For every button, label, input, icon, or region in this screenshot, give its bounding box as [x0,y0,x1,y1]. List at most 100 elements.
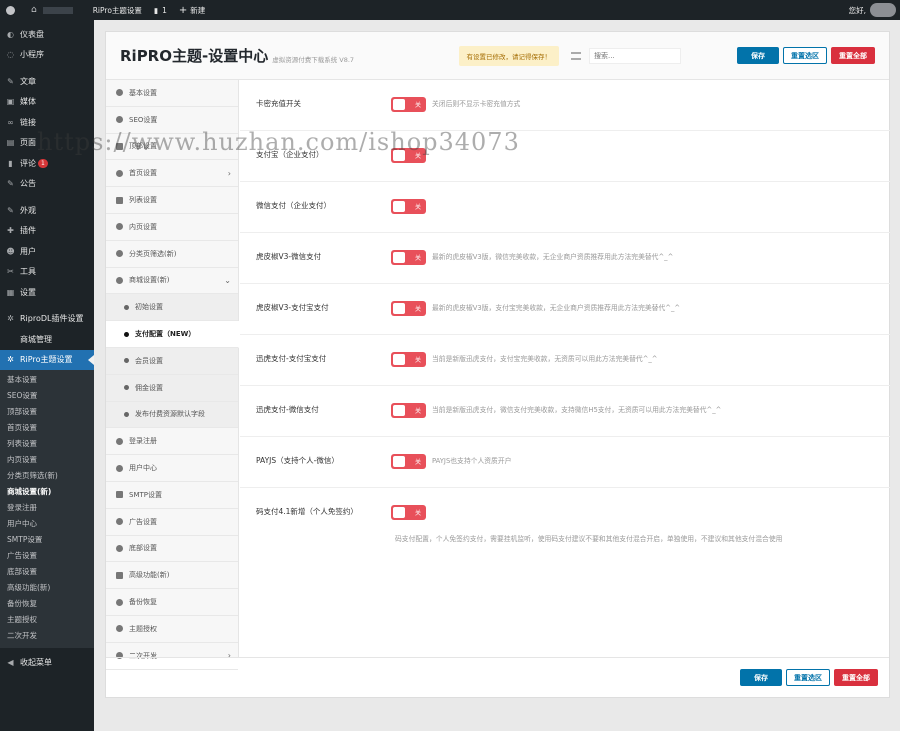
site-name-link[interactable]: RiPro主题设置 [87,0,148,20]
settings-nav-label: 用户中心 [129,464,157,473]
settings-nav-item[interactable]: 登录注册 [106,428,238,456]
menu-item[interactable]: ✎ 文章 [0,71,94,92]
menu-item[interactable]: ✎ 外观 [0,200,94,221]
menu-item[interactable]: ☻ 用户 [0,241,94,262]
settings-nav-label: 支付配置（NEW） [135,330,196,339]
menu-item[interactable]: ✲ RiPro主题设置 [0,349,94,370]
settings-nav-item[interactable]: 佣金设置 [106,374,238,402]
settings-nav-item[interactable]: 分类页筛选(新) [106,241,238,268]
settings-nav-item[interactable]: 备份恢复 [106,589,238,616]
home-icon[interactable]: ⌂ [25,0,87,20]
menu-item[interactable]: ▮ 评论 1 [0,153,94,174]
settings-nav-item[interactable]: 用户中心 [106,455,238,482]
menu-item[interactable]: ◌ 小程序 [0,45,94,66]
toggle-switch[interactable]: 关 [391,148,426,163]
menu-item[interactable]: ✲ RiproDL插件设置 [0,309,94,330]
settings-nav-item[interactable]: 内页设置 [106,214,238,241]
settings-nav-item[interactable]: 顶部设置 [106,134,238,161]
save-button[interactable]: 保存 [737,47,779,64]
settings-nav-item[interactable]: 商城设置(新) ⌄ [106,268,238,295]
setting-label: 码支付4.1新增（个人免签约） [256,507,358,516]
settings-nav-item[interactable]: 底部设置 [106,536,238,563]
settings-nav-item[interactable]: 发布付费资源默认字段 [106,401,238,429]
menu-item[interactable]: ▦ 设置 [0,282,94,303]
new-content-link[interactable]: + 新建 [173,0,211,20]
menu-item[interactable]: ✚ 插件 [0,221,94,242]
submenu-item[interactable]: 登录注册 [0,500,94,516]
toggle-switch[interactable]: 关 [391,250,426,265]
submenu-item[interactable]: 广告设置 [0,548,94,564]
submenu-item[interactable]: 底部设置 [0,564,94,580]
menu-item[interactable]: ✂ 工具 [0,262,94,283]
toggle-knob [393,201,405,212]
submenu-item[interactable]: SMTP设置 [0,532,94,548]
toggle-switch[interactable]: 关 [391,505,426,520]
toggle-switch[interactable]: 关 [391,199,426,214]
submenu-item[interactable]: 顶部设置 [0,404,94,420]
settings-nav-item[interactable]: 首页设置 › [106,160,238,188]
setting-row: 迅虎支付-微信支付 关 当前是新版迅虎支付，微信支付完美收款，支持微信H5支付，无资… [240,386,890,437]
footer-reset-section-button[interactable]: 重置选区 [786,669,830,686]
wordpress-logo-icon[interactable] [0,0,25,20]
avatar[interactable] [870,3,896,17]
submenu-item[interactable]: 基本设置 [0,372,94,388]
shield-icon [116,598,123,606]
settings-nav-item[interactable]: 广告设置 [106,509,238,536]
collapse-menu-button[interactable]: ◀ 收起菜单 [0,652,94,673]
brush-icon: ✎ [7,205,14,215]
settings-nav-item[interactable]: 初始设置 [106,294,238,322]
pin-icon: ✎ [7,76,14,86]
submenu-item[interactable]: 用户中心 [0,516,94,532]
circle-icon [116,544,123,552]
comment-icon: ▮ [8,158,13,168]
search-input[interactable] [589,47,681,64]
settings-nav-item[interactable]: 主题授权 [106,616,238,643]
comments-count: 1 [162,5,167,15]
plugin-icon: ✚ [7,226,14,236]
menu-item[interactable]: ▣ 媒体 [0,92,94,113]
submenu-item[interactable]: 高级功能(新) [0,580,94,596]
settings-nav-item[interactable]: 高级功能(新) [106,562,238,590]
footer-reset-all-button[interactable]: 重置全部 [834,669,878,686]
settings-footer: 保存 重置选区 重置全部 [106,657,889,697]
settings-nav-label: 列表设置 [129,196,157,205]
toggle-switch[interactable]: 关 [391,403,426,418]
submenu-item[interactable]: 分类页筛选(新) [0,468,94,484]
toggle-switch[interactable]: 关 [391,352,426,367]
settings-nav-item[interactable]: 支付配置（NEW） [106,321,239,348]
submenu-item[interactable]: 商城设置(新) [0,484,94,500]
settings-nav-item[interactable]: SEO设置 [106,107,238,134]
submenu-item[interactable]: 主题授权 [0,612,94,628]
submenu-item[interactable]: 备份恢复 [0,596,94,612]
footer-save-button[interactable]: 保存 [740,669,782,686]
plus-icon: + [178,4,188,16]
setting-label: 卡密充值开关 [256,99,301,108]
submenu-item[interactable]: SEO设置 [0,388,94,404]
setting-description: 当前是新版迅虎支付，微信支付完美收款，支持微信H5支付，无资质可以用此方法完美替… [432,406,722,414]
toggle-switch[interactable]: 关 [391,301,426,316]
submenu-item[interactable]: 内页设置 [0,452,94,468]
menu-item[interactable]: ◐ 仪表盘 [0,24,94,45]
setting-label: 虎皮椒V3-支付宝支付 [256,303,329,312]
miniprogram-icon: ◌ [7,50,14,60]
menu-item[interactable]: 商城管理 [0,329,94,350]
setting-row: 卡密充值开关 关 关闭后则不显示卡密充值方式 [240,80,890,131]
settings-nav-item[interactable]: 基本设置 [106,80,238,107]
reset-all-button[interactable]: 重置全部 [831,47,875,64]
submenu-item[interactable]: 二次开发 [0,628,94,644]
submenu-item[interactable]: 列表设置 [0,436,94,452]
menu-item[interactable]: ✎ 公告 [0,174,94,195]
toggle-switch[interactable]: 关 [391,454,426,469]
reset-section-button[interactable]: 重置选区 [783,47,827,64]
wrench-icon: ✂ [7,267,14,277]
expand-all-icon[interactable] [571,51,581,60]
settings-nav-item[interactable]: SMTP设置 [106,482,238,509]
toggle-switch[interactable]: 关 [391,97,426,112]
submenu-item[interactable]: 首页设置 [0,420,94,436]
comments-link[interactable]: ▮ 1 [148,0,173,20]
menu-item-label: 链接 [20,117,36,127]
settings-nav-item[interactable]: 会员设置 [106,347,238,375]
settings-nav-item[interactable]: 列表设置 [106,187,238,214]
menu-item[interactable]: ∞ 链接 [0,112,94,133]
menu-item[interactable]: ▤ 页面 [0,133,94,154]
